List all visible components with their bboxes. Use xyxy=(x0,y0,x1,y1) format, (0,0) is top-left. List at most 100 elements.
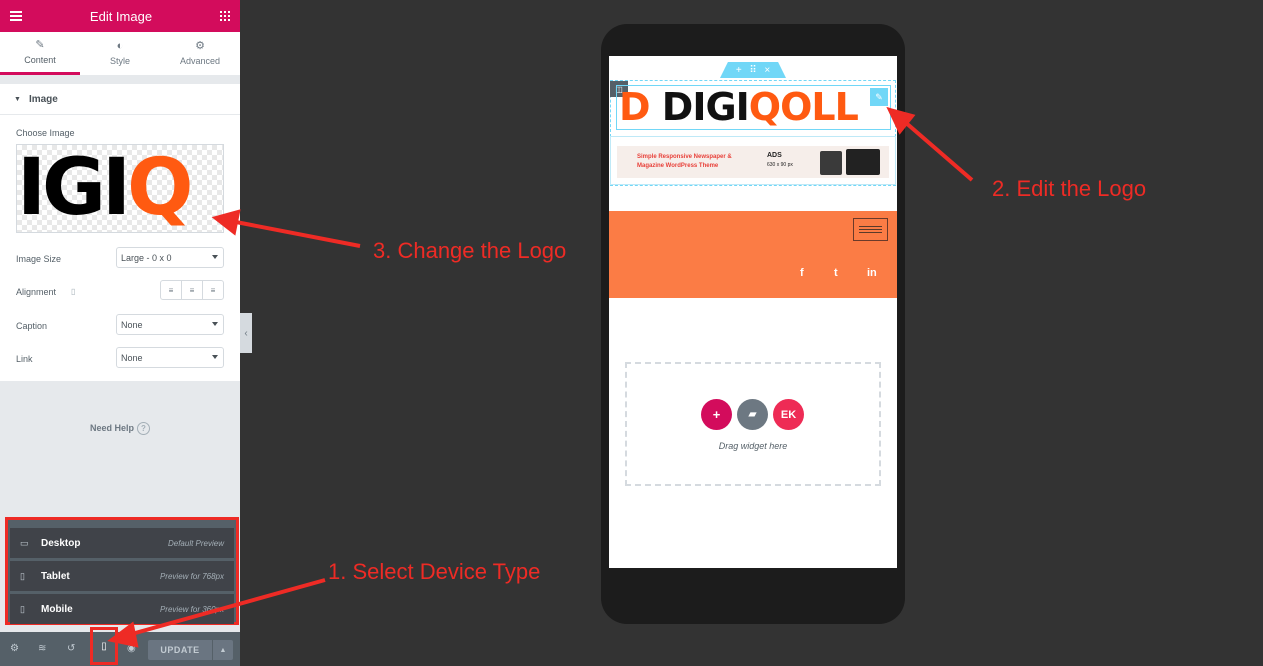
tab-style[interactable]: ◐ Style xyxy=(80,32,160,75)
panel-title: Edit Image xyxy=(89,8,153,24)
device-name: Tablet xyxy=(41,570,70,582)
caption-select[interactable]: None xyxy=(116,314,224,335)
desktop-icon: ▭ xyxy=(20,537,29,548)
tab-label: Style xyxy=(109,56,130,66)
align-left-button[interactable]: ≡ xyxy=(161,281,182,299)
tab-label: Content xyxy=(24,54,56,65)
image-size-value: Large - 0 x 0 xyxy=(121,252,172,263)
mobile-icon: ▯ xyxy=(101,640,107,652)
panel-header: Edit Image xyxy=(0,0,240,32)
tab-label: Advanced xyxy=(179,56,221,66)
twitter-icon[interactable]: t xyxy=(834,267,838,279)
navigator-layers-icon[interactable]: ≋ xyxy=(38,643,46,654)
choose-image-label: Choose Image xyxy=(16,128,75,138)
device-desktop-option[interactable]: ▭ Desktop Default Preview xyxy=(10,528,234,558)
panel-tabs: ✎ Content ◐ Style ⚙ Advanced xyxy=(0,32,240,76)
responsive-mode-button[interactable]: ▯ xyxy=(90,627,118,665)
add-template-folder-icon[interactable]: ▰ xyxy=(737,399,768,430)
annotation-step2: 2. Edit the Logo xyxy=(992,176,1147,201)
dropdown-arrow-icon xyxy=(212,355,218,359)
logo-text-orange: QOLL xyxy=(748,85,859,129)
half-circle-icon: ◐ xyxy=(116,40,124,52)
caption-value: None xyxy=(121,319,143,330)
link-label: Link xyxy=(16,354,33,364)
pencil-icon: ✎ xyxy=(35,38,45,51)
need-help-label: Need Help xyxy=(89,423,134,433)
ad-size: 630 x 90 px xyxy=(767,162,793,168)
drag-widget-hint: Drag widget here xyxy=(718,441,788,451)
ad-banner[interactable]: Simple Responsive Newspaper & Magazine Wo… xyxy=(617,146,889,178)
device-tablet-option[interactable]: ▯ Tablet Preview for 768px xyxy=(10,561,234,591)
preview-eye-icon[interactable]: ◉ xyxy=(127,643,136,654)
align-right-button[interactable]: ≡ xyxy=(203,281,223,299)
image-preview-orange: Q xyxy=(127,144,193,233)
device-name: Desktop xyxy=(41,537,81,549)
edit-widget-pencil-icon[interactable]: ✎ xyxy=(870,88,888,106)
question-icon: ? xyxy=(137,422,150,435)
update-options-caret-icon[interactable]: ▲ xyxy=(213,640,233,660)
responsive-mobile-icon[interactable]: ▯ xyxy=(71,287,75,296)
mobile-menu-toggle[interactable] xyxy=(853,218,888,241)
logo-image-widget[interactable]: D DIGIQOLL xyxy=(616,85,891,130)
alignment-buttons: ≡ ≡ ≡ xyxy=(160,280,224,300)
ad-widget-outline: Simple Responsive Newspaper & Magazine Wo… xyxy=(610,136,896,185)
hamburger-menu-icon[interactable] xyxy=(10,11,22,21)
tab-content[interactable]: ✎ Content xyxy=(0,32,80,75)
image-size-label: Image Size xyxy=(16,254,62,264)
ad-line-1: Simple Responsive Newspaper & xyxy=(637,154,732,160)
facebook-icon[interactable]: f xyxy=(800,267,804,279)
alignment-label: Alignment xyxy=(16,287,57,297)
settings-gear-icon[interactable]: ⚙ xyxy=(10,643,19,654)
logo-text-black: DIGI xyxy=(661,85,750,129)
add-section-icon[interactable]: + xyxy=(736,65,742,76)
widgets-grid-icon[interactable] xyxy=(220,11,230,21)
arrow-step2 xyxy=(903,120,974,182)
image-size-select[interactable]: Large - 0 x 0 xyxy=(116,247,224,268)
align-center-button[interactable]: ≡ xyxy=(182,281,203,299)
link-value: None xyxy=(121,352,143,363)
delete-section-icon[interactable]: × xyxy=(764,65,770,76)
device-mode-menu: ▭ Desktop Default Preview ▯ Tablet Previ… xyxy=(5,517,239,625)
history-icon[interactable]: ↺ xyxy=(67,643,75,654)
caption-label: Caption xyxy=(16,321,48,331)
device-name: Mobile xyxy=(41,603,73,615)
dropdown-arrow-icon xyxy=(212,322,218,326)
device-hint: Preview for 360px xyxy=(159,604,224,614)
image-chooser[interactable]: IGIQ xyxy=(16,144,224,233)
link-select[interactable]: None xyxy=(116,347,224,368)
image-controls: Choose Image IGIQ Image Size Large - 0 x… xyxy=(0,115,240,381)
linkedin-icon[interactable]: in xyxy=(867,267,877,279)
device-mobile-option[interactable]: ▯ Mobile Preview for 360px xyxy=(10,594,234,624)
image-preview-black: IGI xyxy=(17,144,131,233)
gear-icon: ⚙ xyxy=(195,40,205,52)
section-image-toggle[interactable]: ▼ Image xyxy=(0,84,240,115)
device-hint: Default Preview xyxy=(167,538,224,548)
collapse-panel-button[interactable]: ‹ xyxy=(240,313,252,353)
dropdown-arrow-icon xyxy=(212,255,218,259)
ad-phone-image xyxy=(820,151,842,175)
ad-tagline: Simple Responsive Newspaper & Magazine Wo… xyxy=(637,153,732,171)
drag-handle-icon[interactable]: ⠿ xyxy=(749,65,756,76)
header-bar: f t in xyxy=(609,211,897,298)
arrow-step3 xyxy=(235,220,361,248)
elementskit-icon[interactable]: EK xyxy=(773,399,804,430)
add-new-section-button[interactable]: + xyxy=(701,399,732,430)
annotation-step3: 3. Change the Logo xyxy=(373,238,567,263)
caret-down-icon: ▼ xyxy=(14,95,21,103)
mobile-icon: ▯ xyxy=(20,603,25,614)
section-handle[interactable]: + ⠿ × xyxy=(720,62,786,78)
image-preview: IGIQ xyxy=(17,144,193,233)
annotation-step1: 1. Select Device Type xyxy=(328,559,541,584)
tablet-icon: ▯ xyxy=(20,570,25,581)
tab-advanced[interactable]: ⚙ Advanced xyxy=(160,32,240,75)
update-button[interactable]: UPDATE xyxy=(148,640,212,660)
section-title: Image xyxy=(28,93,58,105)
empty-section-drop-zone[interactable]: + ▰ EK Drag widget here xyxy=(625,362,881,486)
ad-tablet-image xyxy=(846,149,880,175)
preview-screen: + ⠿ × ◫ D DIGIQOLL ✎ Simple Responsive N… xyxy=(609,56,897,568)
need-help-link[interactable]: Need Help? xyxy=(0,422,240,435)
ad-line-2: Magazine WordPress Theme xyxy=(637,163,719,169)
ad-title: ADS xyxy=(767,152,782,159)
logo-mark: D xyxy=(619,85,651,129)
site-logo: D DIGIQOLL xyxy=(619,85,859,129)
